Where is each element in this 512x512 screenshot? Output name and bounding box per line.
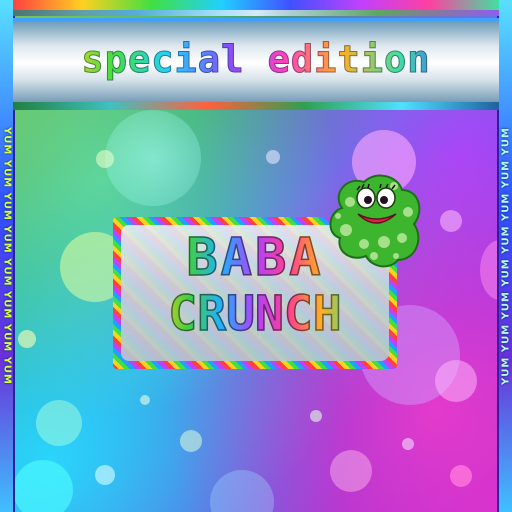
special-edition-text: special edition (0, 38, 512, 82)
bubble (96, 150, 114, 168)
bubble (180, 430, 202, 452)
bubble (435, 360, 477, 402)
bubble (450, 465, 472, 487)
bubble (402, 438, 414, 450)
bubble (95, 465, 115, 485)
green-spotted-monster-icon (329, 174, 421, 268)
bubble (13, 460, 73, 512)
bubble (105, 110, 201, 206)
bubble (140, 395, 150, 405)
bubble (266, 150, 280, 164)
top-rainbow-stripe (13, 0, 499, 16)
bubble (210, 470, 274, 512)
logo-line-crunch: CRUNCH (121, 285, 389, 343)
cereal-box-artwork: YUM YUM YUM YUM YUM YUM YUM YUM YUM YUM … (0, 0, 512, 512)
banner-stripe (13, 102, 499, 110)
bubble (310, 410, 322, 422)
bubble (18, 330, 36, 348)
bubble (330, 450, 372, 492)
bubble (440, 210, 462, 232)
bubble (36, 400, 82, 446)
